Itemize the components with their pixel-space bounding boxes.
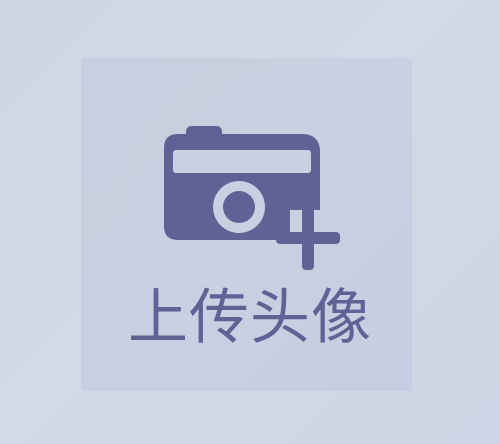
- upload-avatar-label: 上传头像: [128, 283, 372, 353]
- camera-add-icon: [164, 126, 340, 270]
